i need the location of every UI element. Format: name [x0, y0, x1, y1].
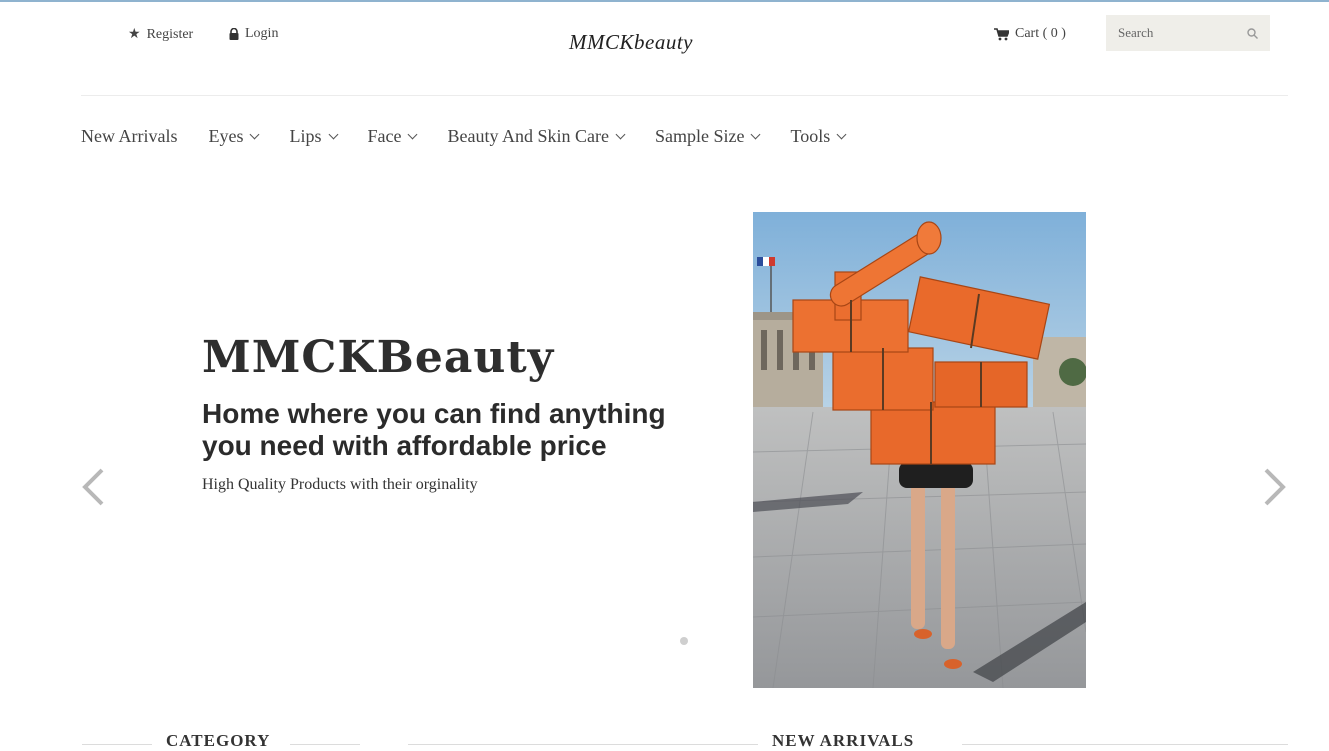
site-logo[interactable]: MMCKbeauty — [569, 30, 693, 55]
search-input[interactable]: Search — [1118, 25, 1153, 41]
login-label: Login — [245, 26, 279, 41]
nav-item-face[interactable]: Face — [367, 125, 418, 147]
chevron-left-icon[interactable] — [80, 467, 108, 507]
nav-item-beauty-and-skin-care[interactable]: Beauty And Skin Care — [447, 125, 626, 147]
header-divider — [81, 95, 1288, 96]
new-arrivals-heading: NEW ARRIVALS — [772, 731, 915, 750]
chevron-right-icon[interactable] — [1260, 467, 1288, 507]
cart-label: Cart ( 0 ) — [1015, 26, 1066, 41]
lock-icon — [229, 28, 239, 40]
nav-item-new-arrivals[interactable]: New Arrivals — [81, 126, 177, 147]
chevron-down-icon — [328, 129, 338, 139]
hero-image — [753, 212, 1086, 688]
hero-text: High Quality Products with their orginal… — [202, 476, 478, 493]
cart-link[interactable]: Cart ( 0 ) — [994, 26, 1066, 42]
nav-item-eyes[interactable]: Eyes — [208, 125, 260, 147]
section-divider — [408, 744, 758, 745]
chevron-down-icon — [615, 129, 626, 139]
nav-label: New Arrivals — [81, 125, 178, 146]
main-nav: New Arrivals Eyes Lips Face Beauty And S… — [81, 123, 876, 149]
chevron-down-icon — [836, 129, 847, 139]
nav-item-tools[interactable]: Tools — [790, 125, 847, 147]
nav-item-lips[interactable]: Lips — [289, 125, 338, 147]
nav-label: Sample Size — [654, 125, 745, 146]
register-label: Register — [146, 26, 194, 42]
search-box[interactable]: Search — [1106, 15, 1270, 51]
login-link[interactable]: Login — [229, 26, 278, 42]
slide-indicator-dot[interactable] — [680, 637, 688, 645]
category-heading: CATEGORY — [166, 731, 271, 750]
nav-item-sample-size[interactable]: Sample Size — [654, 125, 761, 147]
chevron-down-icon — [408, 129, 418, 139]
chevron-down-icon — [250, 129, 260, 139]
nav-label: Eyes — [208, 125, 244, 146]
section-divider — [82, 744, 152, 745]
cart-icon — [994, 27, 1009, 40]
nav-label: Lips — [289, 125, 322, 146]
hero-title: MMCKBeauty — [202, 332, 555, 383]
search-icon[interactable] — [1247, 27, 1258, 39]
register-link[interactable]: ★ Register — [128, 26, 193, 43]
nav-label: Tools — [790, 125, 831, 146]
section-divider — [962, 744, 1288, 745]
nav-label: Face — [367, 125, 402, 146]
star-icon: ★ — [128, 27, 141, 42]
section-divider — [290, 744, 360, 745]
nav-label: Beauty And Skin Care — [447, 125, 609, 146]
chevron-down-icon — [751, 129, 761, 139]
hero-subtitle: Home where you can find anything you nee… — [202, 398, 666, 461]
